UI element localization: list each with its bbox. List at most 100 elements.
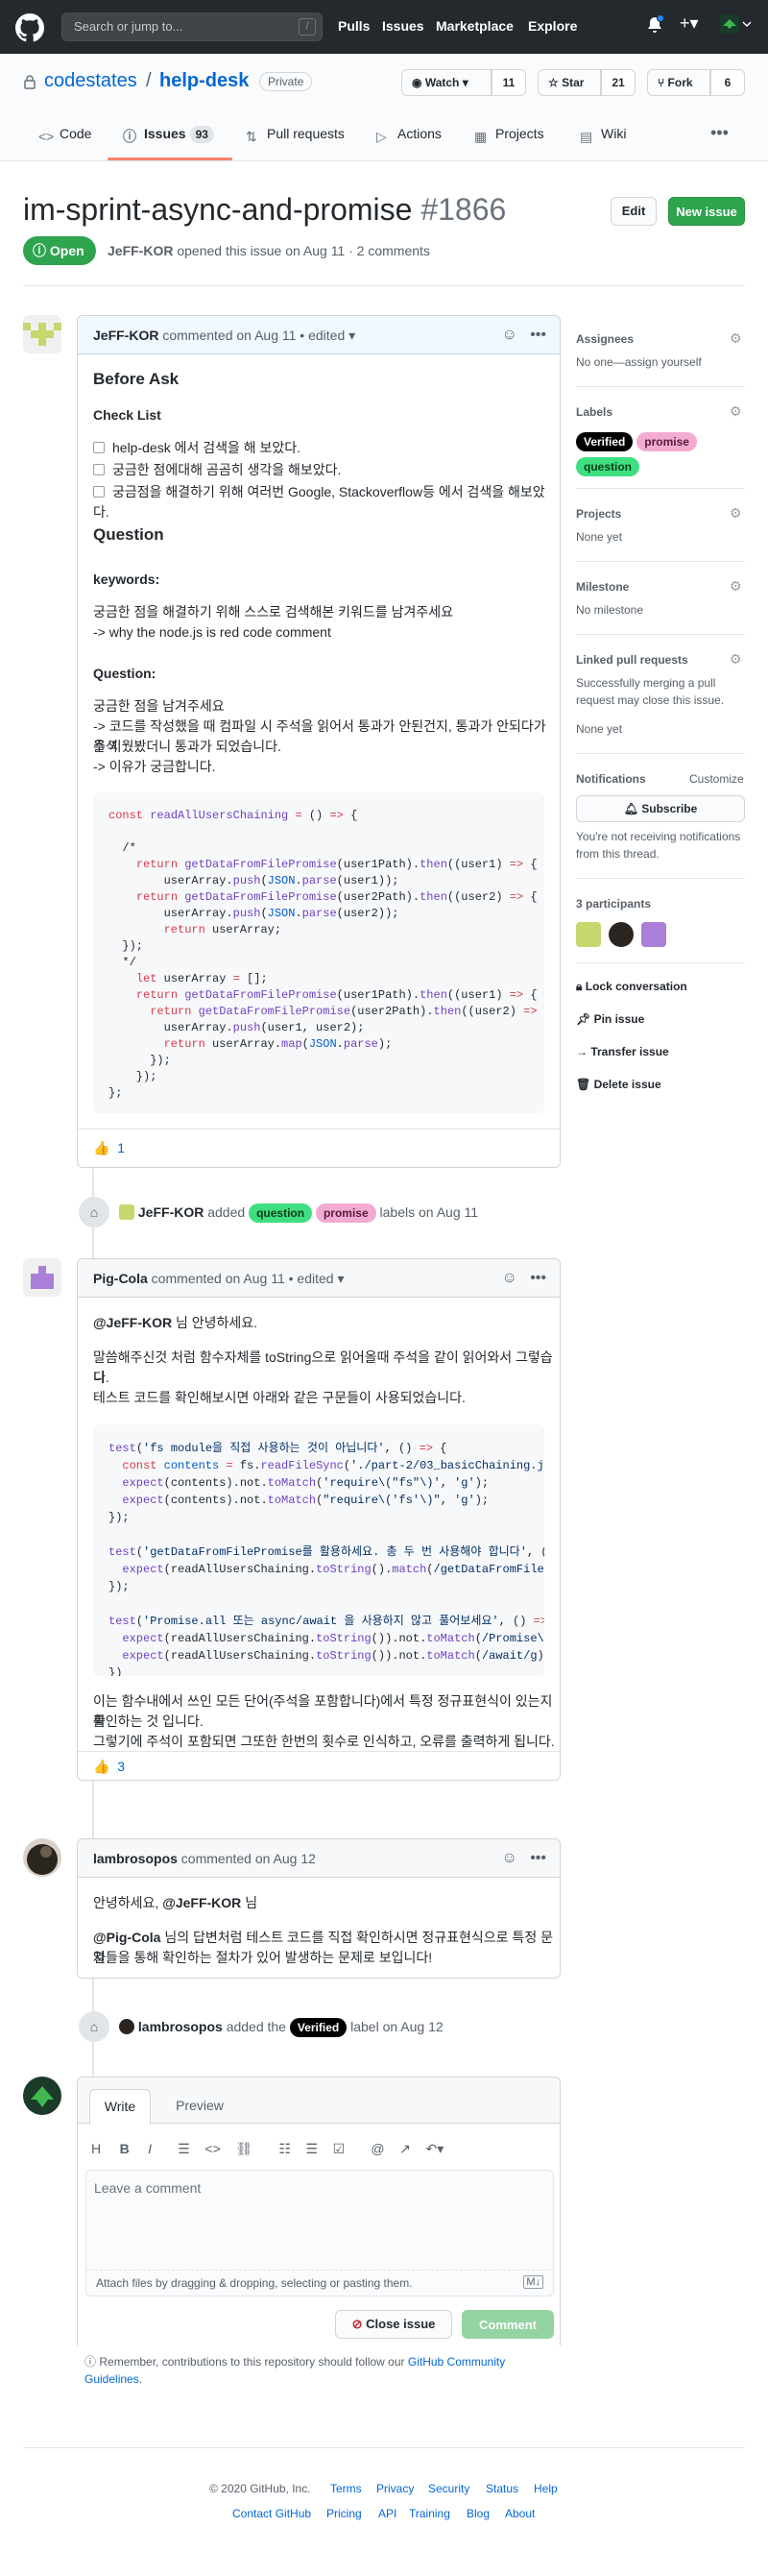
milestone-title[interactable]: Milestone [576, 580, 629, 594]
fork-count[interactable]: 6 [710, 69, 745, 96]
transfer-issue-link[interactable]: → Transfer issue [576, 1045, 669, 1058]
user-avatar-menu[interactable] [720, 14, 755, 38]
label-question[interactable]: question [576, 457, 639, 477]
star-button[interactable]: ☆ Star [538, 69, 601, 96]
footer-link-terms[interactable]: Terms [330, 2480, 362, 2497]
avatar-current-user[interactable] [23, 2077, 61, 2115]
gear-icon[interactable]: ⚙ [730, 578, 742, 595]
chevron-down-icon[interactable]: ▾ [348, 328, 355, 343]
heading-icon[interactable]: H [91, 2141, 101, 2156]
pin-issue-link[interactable]: 📌︎ Pin issue [576, 1012, 644, 1026]
checkbox[interactable] [93, 464, 105, 475]
comment-author[interactable]: lambrosopos [93, 1851, 178, 1866]
task-list-icon[interactable]: ☑ [333, 2141, 346, 2156]
footer-link-help[interactable]: Help [534, 2480, 558, 2497]
kebab-menu-icon[interactable]: ••• [530, 1270, 546, 1286]
repo-name-link[interactable]: help-desk [159, 70, 249, 92]
footer-link-security[interactable]: Security [428, 2480, 469, 2497]
tab-write[interactable]: Write [89, 2089, 151, 2125]
footer-link-api[interactable]: API [378, 2505, 396, 2522]
smiley-icon[interactable]: ☺ [502, 1270, 517, 1286]
tab-code[interactable]: <> Code [38, 126, 91, 144]
label-promise[interactable]: promise [636, 432, 697, 452]
footer-link-contact[interactable]: Contact GitHub [232, 2505, 311, 2522]
bold-icon[interactable]: B [120, 2141, 130, 2156]
labels-title[interactable]: Labels [576, 405, 612, 419]
assignees-value[interactable]: No one—assign yourself [576, 353, 702, 371]
markdown-icon[interactable]: M↓ [523, 2275, 543, 2289]
footer-link-privacy[interactable]: Privacy [376, 2480, 414, 2497]
avatar-jeff-kor[interactable] [23, 315, 61, 353]
tab-pull-requests[interactable]: ⇅ Pull requests [246, 126, 345, 144]
repo-owner-link[interactable]: codestates [44, 70, 137, 92]
footer-link-blog[interactable]: Blog [467, 2505, 490, 2522]
attach-bar[interactable]: Attach files by dragging & dropping, sel… [85, 2270, 554, 2297]
watch-button[interactable]: ◉ Watch ▾ [401, 69, 492, 96]
checkbox[interactable] [93, 442, 105, 453]
link-icon[interactable]: ⛓ [235, 2141, 252, 2156]
footer-link-status[interactable]: Status [486, 2480, 518, 2497]
github-logo-icon[interactable] [15, 13, 44, 42]
search-input[interactable]: Search or jump to... / [61, 12, 323, 41]
cross-reference-icon[interactable]: ↗ [399, 2141, 411, 2156]
footer-link-pricing[interactable]: Pricing [326, 2505, 362, 2522]
kebab-menu-icon[interactable]: ••• [530, 1850, 546, 1866]
code-block-2[interactable]: test('fs module을 직접 사용하는 것이 아닙니다', () =>… [93, 1424, 544, 1676]
bell-icon[interactable] [647, 14, 664, 38]
chevron-down-icon[interactable]: ▾ [337, 1271, 344, 1286]
new-issue-button[interactable]: New issue [668, 197, 745, 226]
mention-link[interactable]: @JeFF-KOR [93, 1315, 172, 1330]
ordered-list-icon[interactable]: ☰ [305, 2141, 318, 2156]
tab-actions[interactable]: ▷ Actions [376, 126, 442, 144]
quote-icon[interactable]: ☰ [178, 2141, 190, 2156]
mention-link[interactable]: @Pig-Cola [93, 1930, 160, 1945]
reply-icon[interactable]: ↶▾ [425, 2141, 444, 2156]
edit-title-button[interactable]: Edit [611, 197, 657, 226]
tab-issues[interactable]: ⓘ Issues 93 [123, 126, 214, 144]
footer-link-training[interactable]: Training [409, 2505, 450, 2522]
nav-pulls[interactable]: Pulls [338, 18, 370, 34]
tab-wiki[interactable]: ▤ Wiki [580, 126, 626, 144]
unordered-list-icon[interactable]: ☷ [278, 2141, 291, 2156]
avatar-jeff-kor-small[interactable] [119, 1204, 134, 1220]
gear-icon[interactable]: ⚙ [730, 330, 742, 347]
avatar-pig-cola[interactable] [23, 1258, 61, 1297]
reaction-thumbs-up[interactable]: 👍 3 [93, 1754, 125, 1779]
smiley-icon[interactable]: ☺ [502, 1850, 517, 1866]
nav-issues[interactable]: Issues [382, 18, 424, 34]
event-actor[interactable]: JeFF-KOR [138, 1204, 204, 1220]
participant-avatar[interactable] [640, 922, 666, 947]
event-actor[interactable]: lambrosopos [138, 2019, 223, 2034]
linked-pr-title[interactable]: Linked pull requests [576, 653, 688, 667]
watch-count[interactable]: 11 [492, 69, 526, 96]
delete-issue-link[interactable]: 🗑︎ Delete issue [576, 1078, 661, 1091]
assignees-title[interactable]: Assignees [576, 332, 634, 346]
comment-submit-button[interactable]: Comment [462, 2310, 554, 2339]
tab-projects[interactable]: ▦ Projects [474, 126, 544, 144]
issue-author-link[interactable]: JeFF-KOR [108, 243, 173, 258]
lock-conversation-link[interactable]: 🔒︎ Lock conversation [576, 980, 687, 994]
checkbox[interactable] [93, 486, 105, 498]
label-promise[interactable]: promise [315, 1203, 376, 1224]
participant-avatar[interactable] [576, 922, 601, 947]
participant-avatar[interactable] [608, 922, 634, 947]
close-issue-button[interactable]: ⊘ Close issue [335, 2310, 452, 2339]
fork-button[interactable]: ⑂ Fork [647, 69, 710, 96]
mention-icon[interactable]: @ [371, 2141, 384, 2156]
comment-author[interactable]: JeFF-KOR [93, 328, 158, 343]
mention-link[interactable]: @JeFF-KOR [162, 1895, 241, 1910]
label-question[interactable]: question [249, 1203, 313, 1224]
star-count[interactable]: 21 [601, 69, 636, 96]
code-icon[interactable]: <> [204, 2141, 220, 2156]
customize-link[interactable]: Customize [689, 772, 744, 786]
gear-icon[interactable]: ⚙ [730, 403, 742, 420]
subscribe-button[interactable]: 🔔︎ Subscribe [576, 795, 745, 822]
footer-link-about[interactable]: About [505, 2505, 535, 2522]
label-verified[interactable]: Verified [289, 2018, 348, 2038]
gear-icon[interactable]: ⚙ [730, 505, 742, 522]
create-new-plus-icon[interactable]: +▾ [680, 13, 699, 34]
tab-preview[interactable]: Preview [166, 2089, 233, 2124]
comment-author[interactable]: Pig-Cola [93, 1271, 148, 1286]
italic-icon[interactable]: I [148, 2141, 152, 2156]
avatar-lambrosopos-small[interactable] [119, 2019, 134, 2034]
